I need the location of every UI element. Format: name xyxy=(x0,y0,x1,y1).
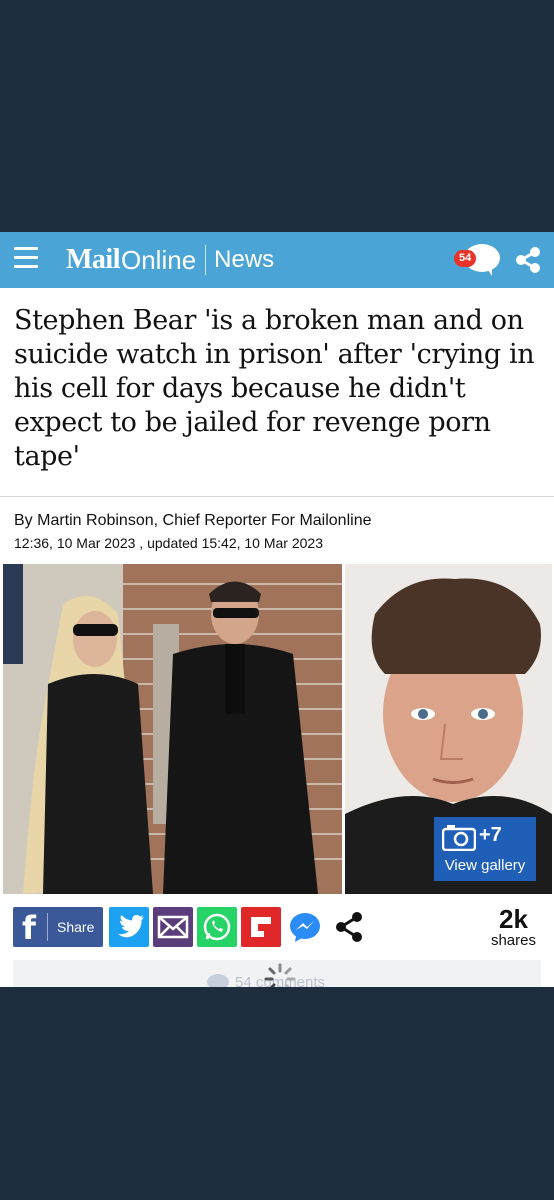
twitter-icon xyxy=(118,915,144,938)
site-logo[interactable]: Mail Online News xyxy=(66,241,274,279)
facebook-icon: f xyxy=(22,909,36,947)
loading-spinner-icon xyxy=(264,963,296,987)
gallery-label: View gallery xyxy=(444,857,526,874)
share-icon xyxy=(336,912,362,942)
gallery-count: +7 xyxy=(479,824,502,846)
messenger-icon xyxy=(290,913,320,942)
top-bar: Mail Online News 54 xyxy=(0,232,554,288)
camera-icon xyxy=(441,825,477,856)
more-share-button[interactable] xyxy=(329,907,369,947)
divider xyxy=(0,496,554,497)
comments-button[interactable]: 54 xyxy=(454,244,500,276)
hamburger-menu-icon[interactable] xyxy=(14,247,38,271)
flipboard-share-button[interactable] xyxy=(241,907,281,947)
flipboard-icon xyxy=(251,917,271,937)
dateline: 12:36, 10 Mar 2023 , updated 15:42, 10 M… xyxy=(14,535,324,551)
logo-online: Online xyxy=(121,244,197,275)
twitter-share-button[interactable] xyxy=(109,907,149,947)
logo-divider xyxy=(205,245,207,275)
comment-count-badge: 54 xyxy=(454,250,477,267)
article-photo-couple[interactable] xyxy=(3,564,342,894)
facebook-share-label: Share xyxy=(57,919,95,935)
shares-label: shares xyxy=(490,932,536,949)
view-gallery-button[interactable]: +7 View gallery xyxy=(434,817,536,881)
whatsapp-icon xyxy=(203,913,231,941)
email-icon xyxy=(157,915,189,939)
article-headline: Stephen Bear 'is a broken man and on sui… xyxy=(14,305,535,472)
section-label[interactable]: News xyxy=(214,246,274,274)
share-icon[interactable] xyxy=(514,246,542,279)
shares-count: 2k xyxy=(499,904,528,934)
comments-bar[interactable]: 54 comments xyxy=(13,960,541,987)
facebook-share-button[interactable]: f Share xyxy=(13,907,103,947)
whatsapp-share-button[interactable] xyxy=(197,907,237,947)
article-card: Mail Online News 54 Stephen Bear 'is a b… xyxy=(0,232,554,987)
logo-mail: Mail xyxy=(66,244,121,275)
shares-counter: 2k shares xyxy=(491,905,536,949)
email-share-button[interactable] xyxy=(153,907,193,947)
comment-bubble-icon xyxy=(207,974,229,987)
messenger-share-button[interactable] xyxy=(285,907,325,947)
byline: By Martin Robinson, Chief Reporter For M… xyxy=(14,512,372,529)
